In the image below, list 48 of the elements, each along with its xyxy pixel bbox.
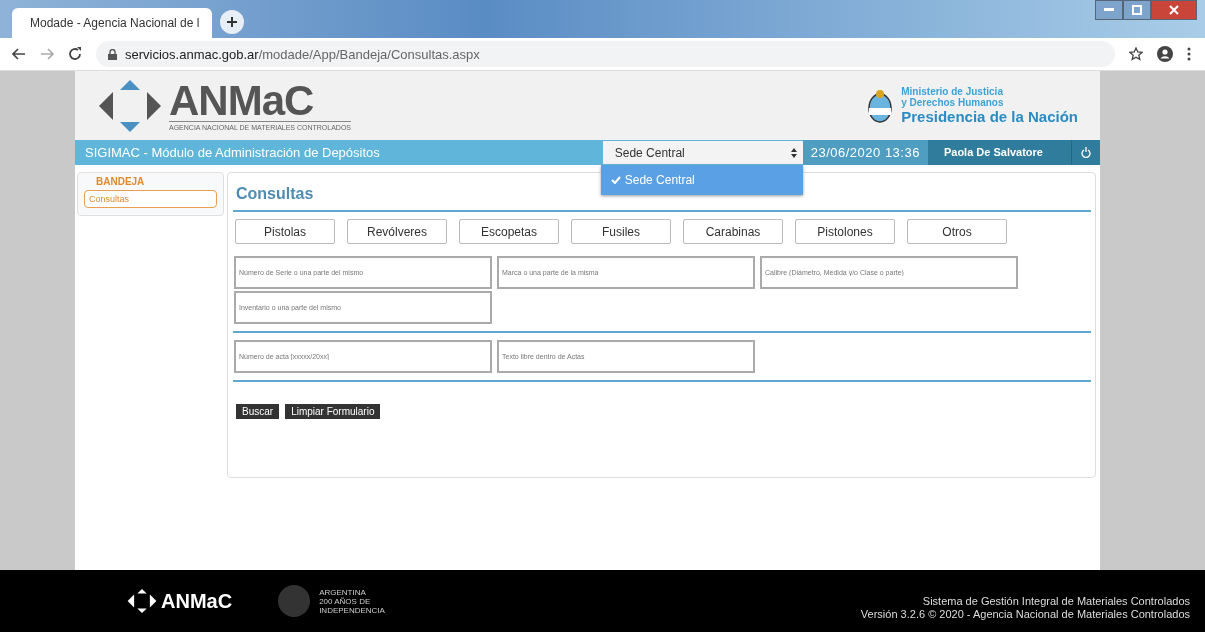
new-tab-button[interactable] [220,10,244,34]
coat-of-arms-icon [867,88,894,123]
site-select[interactable]: Sede Central [602,141,803,164]
maximize-button[interactable] [1123,0,1151,20]
power-icon [1081,147,1091,158]
page-title: Consultas [235,185,315,203]
close-window-button[interactable] [1151,0,1197,20]
category-button[interactable]: Pistolones [795,219,895,244]
logo-icon [125,588,159,614]
category-button[interactable]: Pistolas [235,219,335,244]
search-button[interactable]: Buscar [236,404,280,419]
bicentennial-text: 200 AÑOS DE [319,596,372,606]
back-icon[interactable] [12,47,26,61]
maximize-icon [1132,5,1142,15]
minimize-icon [1104,8,1114,12]
category-button[interactable]: Revólveres [347,219,447,244]
lock-icon [108,48,117,60]
browser-tab[interactable]: Modade - Agencia Nacional de l [12,8,212,38]
updown-caret-icon [790,147,797,158]
logo-text: ANMaC [161,589,233,613]
version-text: Versión 3.2.6 © 2020 - Agencia Nacional de Materiales Controlados [860,608,1190,621]
category-button[interactable]: Fusiles [571,219,671,244]
logout-button[interactable] [1071,140,1100,165]
close-icon [1169,5,1179,15]
tab-title: Modade - Agencia Nacional de l [30,16,200,30]
sidebar-heading: BANDEJA [95,176,146,187]
logo-text: ANMaC [169,80,352,122]
star-icon[interactable] [1129,47,1143,61]
user-name: Paola De Salvatore [927,140,1071,165]
bicentennial-text: ARGENTINA [319,587,367,597]
ministry-name: Ministerio de Justicia [901,86,1004,97]
module-title: SIGIMAC - Módulo de Administración de Depósitos [84,145,381,160]
account-icon[interactable] [1157,46,1173,62]
check-icon [610,176,621,184]
plus-icon [226,16,238,28]
clear-form-button[interactable]: Limpiar Formulario [285,404,381,419]
system-name: Sistema de Gestión Integral de Materiales Controlados [922,595,1190,608]
reload-icon[interactable] [68,47,82,61]
address-bar[interactable]: servicios.anmac.gob.ar/modade/App/Bandeja/Consultas.aspx [96,41,1115,67]
datetime: 23/06/2020 13:36 [802,140,928,165]
minimize-button[interactable] [1095,0,1123,20]
bicentennial-text: INDEPENDENCIA [319,605,385,615]
presidency-name: Presidencia de la Nación [901,108,1078,125]
category-button[interactable]: Otros [907,219,1007,244]
category-button[interactable]: Carabinas [683,219,783,244]
ministry-name: y Derechos Humanos [901,97,1005,108]
category-button[interactable]: Escopetas [459,219,559,244]
menu-icon[interactable] [1187,47,1191,61]
